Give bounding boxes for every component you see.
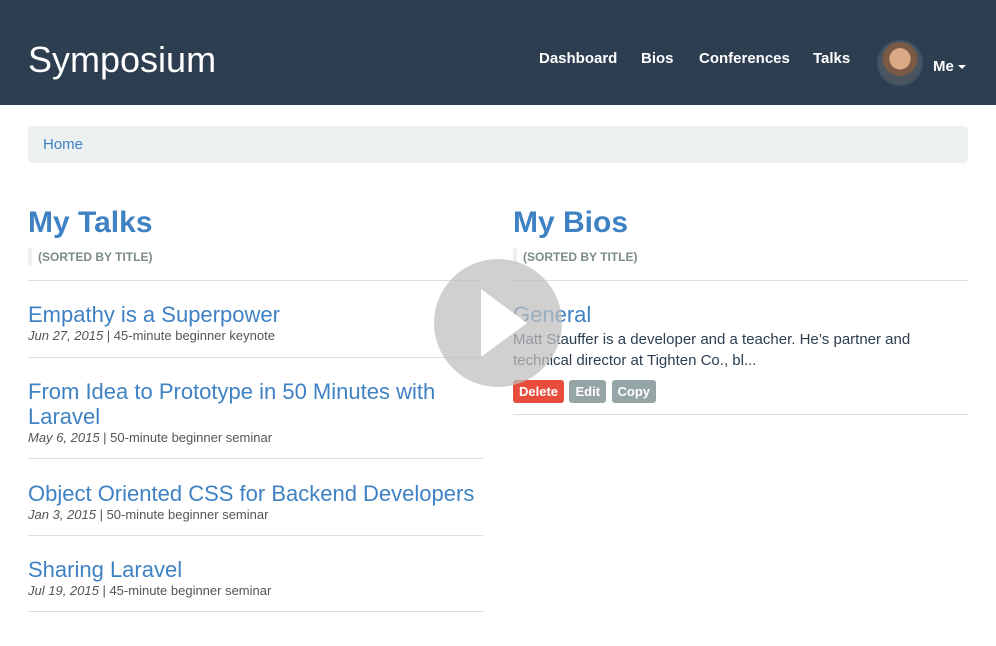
talk-date: Jul 19, 2015 (28, 583, 99, 598)
talks-heading: My Talks (28, 206, 153, 239)
user-menu-label: Me (933, 58, 954, 75)
talk-meta: May 6, 2015 | 50-minute beginner seminar (28, 429, 483, 447)
edit-button[interactable]: Edit (569, 380, 607, 403)
talk-meta: Jul 19, 2015 | 45-minute beginner semina… (28, 582, 483, 600)
bio-title-link[interactable]: General (513, 302, 968, 327)
talks-section: My Talks (Sorted by title) Empathy is a … (28, 205, 483, 612)
user-avatar[interactable] (877, 40, 923, 86)
talk-date: Jan 3, 2015 (28, 507, 96, 522)
talk-title-link[interactable]: Empathy is a Superpower (28, 302, 483, 327)
bios-section: My Bios (Sorted by title) General Matt S… (513, 205, 968, 415)
nav-conferences[interactable]: Conferences (699, 49, 790, 69)
talks-sort-note: (Sorted by title) (28, 248, 483, 266)
nav-bios[interactable]: Bios (641, 49, 674, 69)
bio-actions: Delete Edit Copy (513, 380, 968, 403)
bios-heading: My Bios (513, 206, 629, 239)
delete-button[interactable]: Delete (513, 380, 565, 403)
talk-date: Jun 27, 2015 (28, 328, 104, 343)
talk-item: Sharing Laravel Jul 19, 2015 | 45-minute… (28, 536, 483, 612)
talk-meta: Jun 27, 2015 | 45-minute beginner keynot… (28, 327, 483, 345)
talk-title-link[interactable]: Object Oriented CSS for Backend Develope… (28, 481, 483, 506)
bio-item: General Matt Stauffer is a developer and… (513, 281, 968, 415)
play-button[interactable] (434, 259, 562, 387)
talk-description: 45-minute beginner keynote (113, 328, 275, 343)
talk-title-link[interactable]: Sharing Laravel (28, 557, 483, 582)
user-menu[interactable]: Me (933, 57, 966, 77)
bios-sort-note: (Sorted by title) (513, 248, 968, 266)
talk-title-link[interactable]: From Idea to Prototype in 50 Minutes wit… (28, 379, 483, 429)
talk-description: 50-minute beginner seminar (110, 430, 273, 445)
copy-button[interactable]: Copy (611, 380, 656, 403)
play-icon (481, 289, 527, 357)
breadcrumb: Home (28, 126, 968, 163)
talk-meta-separator: | (99, 430, 111, 445)
talk-description: 45-minute beginner seminar (109, 583, 272, 598)
breadcrumb-home[interactable]: Home (43, 135, 83, 155)
talk-item: From Idea to Prototype in 50 Minutes wit… (28, 358, 483, 459)
talk-item: Object Oriented CSS for Backend Develope… (28, 459, 483, 536)
nav-dashboard[interactable]: Dashboard (539, 49, 617, 69)
talk-date: May 6, 2015 (28, 430, 100, 445)
talk-description: 50-minute beginner seminar (106, 507, 269, 522)
brand-logo[interactable]: Symposium (28, 38, 216, 82)
talk-item: Empathy is a Superpower Jun 27, 2015 | 4… (28, 281, 483, 358)
nav-talks[interactable]: Talks (813, 49, 850, 69)
talk-meta-separator: | (98, 583, 110, 598)
caret-down-icon (957, 65, 966, 70)
talk-meta-separator: | (103, 328, 114, 343)
talk-meta-separator: | (95, 507, 107, 522)
top-navbar: Symposium Dashboard Bios Conferences Tal… (0, 0, 996, 105)
bio-excerpt: Matt Stauffer is a developer and a teach… (513, 331, 911, 369)
talk-meta: Jan 3, 2015 | 50-minute beginner seminar (28, 506, 483, 524)
